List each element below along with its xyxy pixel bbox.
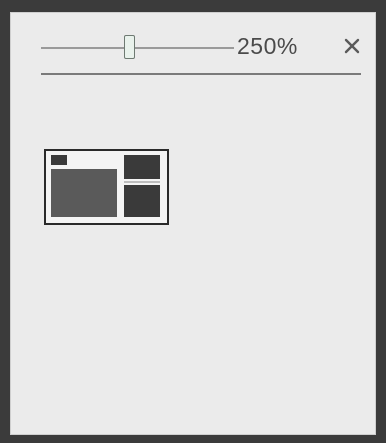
close-button[interactable] [341,35,363,57]
navigator-thumbnail[interactable] [44,149,169,225]
close-icon [344,38,360,54]
toolbar-divider [41,73,361,75]
thumbnail-block [124,155,160,179]
zoom-slider-thumb[interactable] [124,35,136,59]
thumbnail-block [51,169,117,217]
window-frame: 250% [0,0,386,443]
thumbnail-block [51,155,67,165]
navigator-panel: 250% [10,12,376,435]
thumbnail-block [124,181,160,183]
zoom-toolbar: 250% [11,13,375,75]
thumbnail-block [124,185,160,217]
zoom-level-label: 250% [237,33,298,59]
zoom-slider[interactable] [41,47,234,49]
